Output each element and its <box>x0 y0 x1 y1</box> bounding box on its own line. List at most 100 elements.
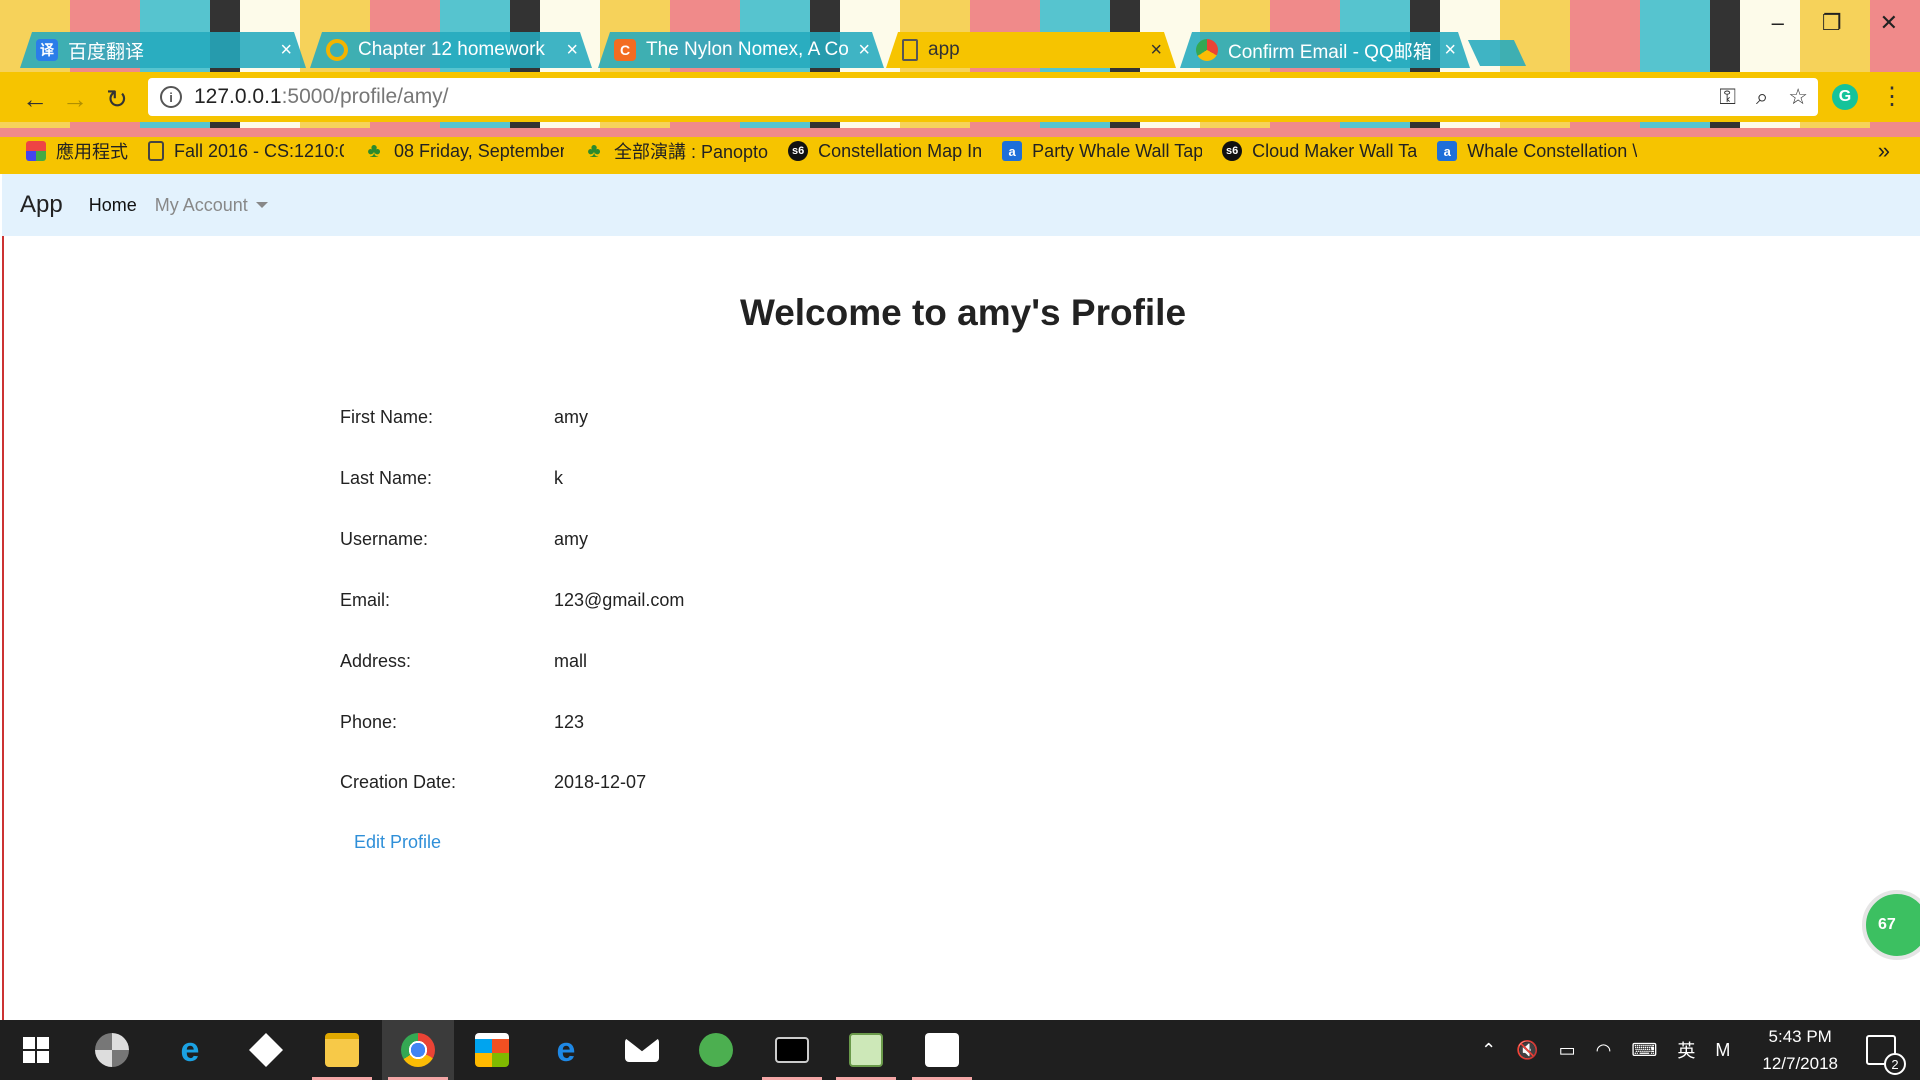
bookmark-item[interactable]: s6 Constellation Map In <box>788 141 982 162</box>
info-icon[interactable]: i <box>160 86 182 108</box>
battery-icon[interactable]: ▭ <box>1559 1040 1576 1061</box>
taskbar-green-app[interactable] <box>680 1020 752 1080</box>
zoom-icon[interactable]: ⌕ <box>1756 84 1768 110</box>
profile-row-last-name: Last Name: k <box>340 468 563 489</box>
field-label: Creation Date: <box>340 772 457 792</box>
bookmark-label: 全部演講 : Panopto <box>614 142 769 162</box>
taskbar-kite[interactable] <box>230 1020 302 1080</box>
file-explorer-icon <box>325 1033 359 1067</box>
taskbar-pinwheel[interactable] <box>76 1020 148 1080</box>
tab-title: 百度翻译 <box>68 41 145 63</box>
window-controls: – ❐ ✕ <box>1772 10 1898 36</box>
bookmark-item[interactable]: ♣ 08 Friday, September <box>364 139 564 162</box>
taskbar-edge[interactable]: e <box>530 1020 602 1080</box>
nav-my-account-dropdown[interactable]: My Account <box>155 195 268 216</box>
close-tab-icon[interactable]: × <box>858 39 870 62</box>
bookmarks-overflow-icon[interactable]: » <box>1878 138 1890 164</box>
tab-confirm-email[interactable]: Confirm Email - QQ邮箱 × <box>1180 32 1470 68</box>
apps-grid-icon <box>26 141 46 161</box>
taskbar-mail[interactable] <box>606 1020 678 1080</box>
page-title: Welcome to amy's Profile <box>739 292 1187 333</box>
field-label: First Name: <box>340 407 434 427</box>
a-logo-icon: a <box>1002 141 1023 161</box>
close-window-icon[interactable]: ✕ <box>1880 10 1898 36</box>
nav-home-link[interactable]: Home <box>89 195 137 216</box>
back-icon[interactable]: ← <box>22 84 48 115</box>
clock-time: 5:43 PM <box>1768 1027 1832 1046</box>
forward-icon[interactable]: → <box>62 84 88 115</box>
edit-profile-link[interactable]: Edit Profile <box>354 832 441 853</box>
edge-icon: e <box>556 1031 576 1069</box>
tab-title: Confirm Email - QQ邮箱 <box>1228 41 1432 63</box>
close-tab-icon[interactable]: × <box>1444 39 1456 62</box>
tab-nylon-nomex[interactable]: C The Nylon Nomex, A Con × <box>598 32 884 68</box>
notepad-icon <box>849 1033 883 1067</box>
browser-toolbar: ← → ↻ i 127.0.0.1:5000/profile/amy/ ⚿ ⌕ … <box>0 72 1920 122</box>
profile-row-address: Address: mall <box>340 651 587 672</box>
restore-icon[interactable]: ❐ <box>1822 10 1842 36</box>
bookmark-item[interactable]: a Party Whale Wall Tap <box>1002 141 1202 162</box>
bookmark-item[interactable]: a Whale Constellation \ <box>1437 141 1637 162</box>
minimize-icon[interactable]: – <box>1772 10 1784 36</box>
kite-icon <box>249 1033 283 1067</box>
bookmark-item[interactable]: s6 Cloud Maker Wall Ta <box>1222 141 1417 162</box>
store-icon <box>475 1033 509 1067</box>
clover-icon: ♣ <box>367 139 381 162</box>
taskbar-photos[interactable] <box>906 1020 978 1080</box>
floating-badge[interactable]: 67 <box>1862 890 1920 960</box>
field-value: amy <box>554 529 589 549</box>
close-tab-icon[interactable]: × <box>566 39 578 62</box>
tab-title: app <box>928 39 960 60</box>
translate-icon: 译 <box>36 39 58 61</box>
profile-row-username: Username: amy <box>340 529 588 550</box>
reload-icon[interactable]: ↻ <box>106 84 128 115</box>
close-tab-icon[interactable]: × <box>280 39 292 62</box>
taskbar-terminal[interactable] <box>756 1020 828 1080</box>
ime-mode-indicator[interactable]: M <box>1715 1040 1730 1061</box>
system-tray: ⌃ 🔇 ▭ ◠ ⌨ 英 M 5:43 PM 12/7/2018 2 <box>1471 1020 1920 1080</box>
ime-indicator[interactable]: 英 <box>1677 1037 1695 1063</box>
brand-link[interactable]: App <box>20 191 63 219</box>
tab-chapter-12[interactable]: Chapter 12 homework × <box>310 32 592 68</box>
grammarly-extension-icon[interactable]: G <box>1832 84 1858 110</box>
bookmark-item[interactable]: ♣ 全部演講 : Panopto <box>584 138 768 164</box>
bookmark-label: Whale Constellation \ <box>1467 140 1638 161</box>
field-value: k <box>554 468 563 488</box>
tab-title: The Nylon Nomex, A Con <box>646 39 851 60</box>
tab-app[interactable]: app × <box>886 32 1176 68</box>
keyboard-icon[interactable]: ⌨ <box>1631 1040 1657 1061</box>
taskbar-file-explorer[interactable] <box>306 1020 378 1080</box>
wifi-icon[interactable]: ◠ <box>1596 1040 1612 1061</box>
page-icon <box>902 39 918 61</box>
clock[interactable]: 5:43 PM 12/7/2018 <box>1762 1023 1838 1077</box>
bookmark-item[interactable]: 應用程式 <box>26 138 128 164</box>
taskbar: e e ⌃ 🔇 ▭ ◠ ⌨ 英 M 5:43 PM 12/7/2018 2 <box>0 1020 1920 1080</box>
action-center-icon[interactable]: 2 <box>1866 1035 1906 1075</box>
taskbar-chrome[interactable] <box>382 1020 454 1080</box>
taskbar-internet-explorer[interactable]: e <box>154 1020 226 1080</box>
field-label: Username: <box>340 529 429 549</box>
bookmark-label: Constellation Map In <box>818 140 983 161</box>
key-icon[interactable]: ⚿ <box>1719 84 1736 110</box>
menu-icon[interactable]: ⋮ <box>1880 82 1904 111</box>
close-tab-icon[interactable]: × <box>1150 39 1162 62</box>
chevron-up-icon[interactable]: ⌃ <box>1481 1040 1496 1061</box>
c-logo-icon: C <box>614 39 636 61</box>
qq-mail-icon <box>1196 39 1218 61</box>
tab-baidu-translate[interactable]: 译 百度翻译 × <box>20 32 306 68</box>
internet-explorer-icon: e <box>180 1031 200 1069</box>
mail-icon <box>625 1038 659 1062</box>
url-host: 127.0.0.1 <box>194 85 282 108</box>
volume-muted-icon[interactable]: 🔇 <box>1516 1040 1538 1061</box>
ring-icon <box>326 39 348 61</box>
start-button[interactable] <box>0 1020 72 1080</box>
taskbar-store[interactable] <box>456 1020 528 1080</box>
bookmarks-bar: 應用程式 Fall 2016 - CS:1210:0 ♣ 08 Friday, … <box>0 128 1920 174</box>
address-bar[interactable]: i 127.0.0.1:5000/profile/amy/ ⚿ ⌕ ☆ <box>148 78 1818 116</box>
bookmark-label: 應用程式 <box>56 142 128 162</box>
new-tab-button[interactable] <box>1467 40 1527 66</box>
bookmark-item[interactable]: Fall 2016 - CS:1210:0 <box>148 141 344 162</box>
star-icon[interactable]: ☆ <box>1788 84 1808 110</box>
page-icon <box>148 141 164 161</box>
taskbar-notepad[interactable] <box>830 1020 902 1080</box>
